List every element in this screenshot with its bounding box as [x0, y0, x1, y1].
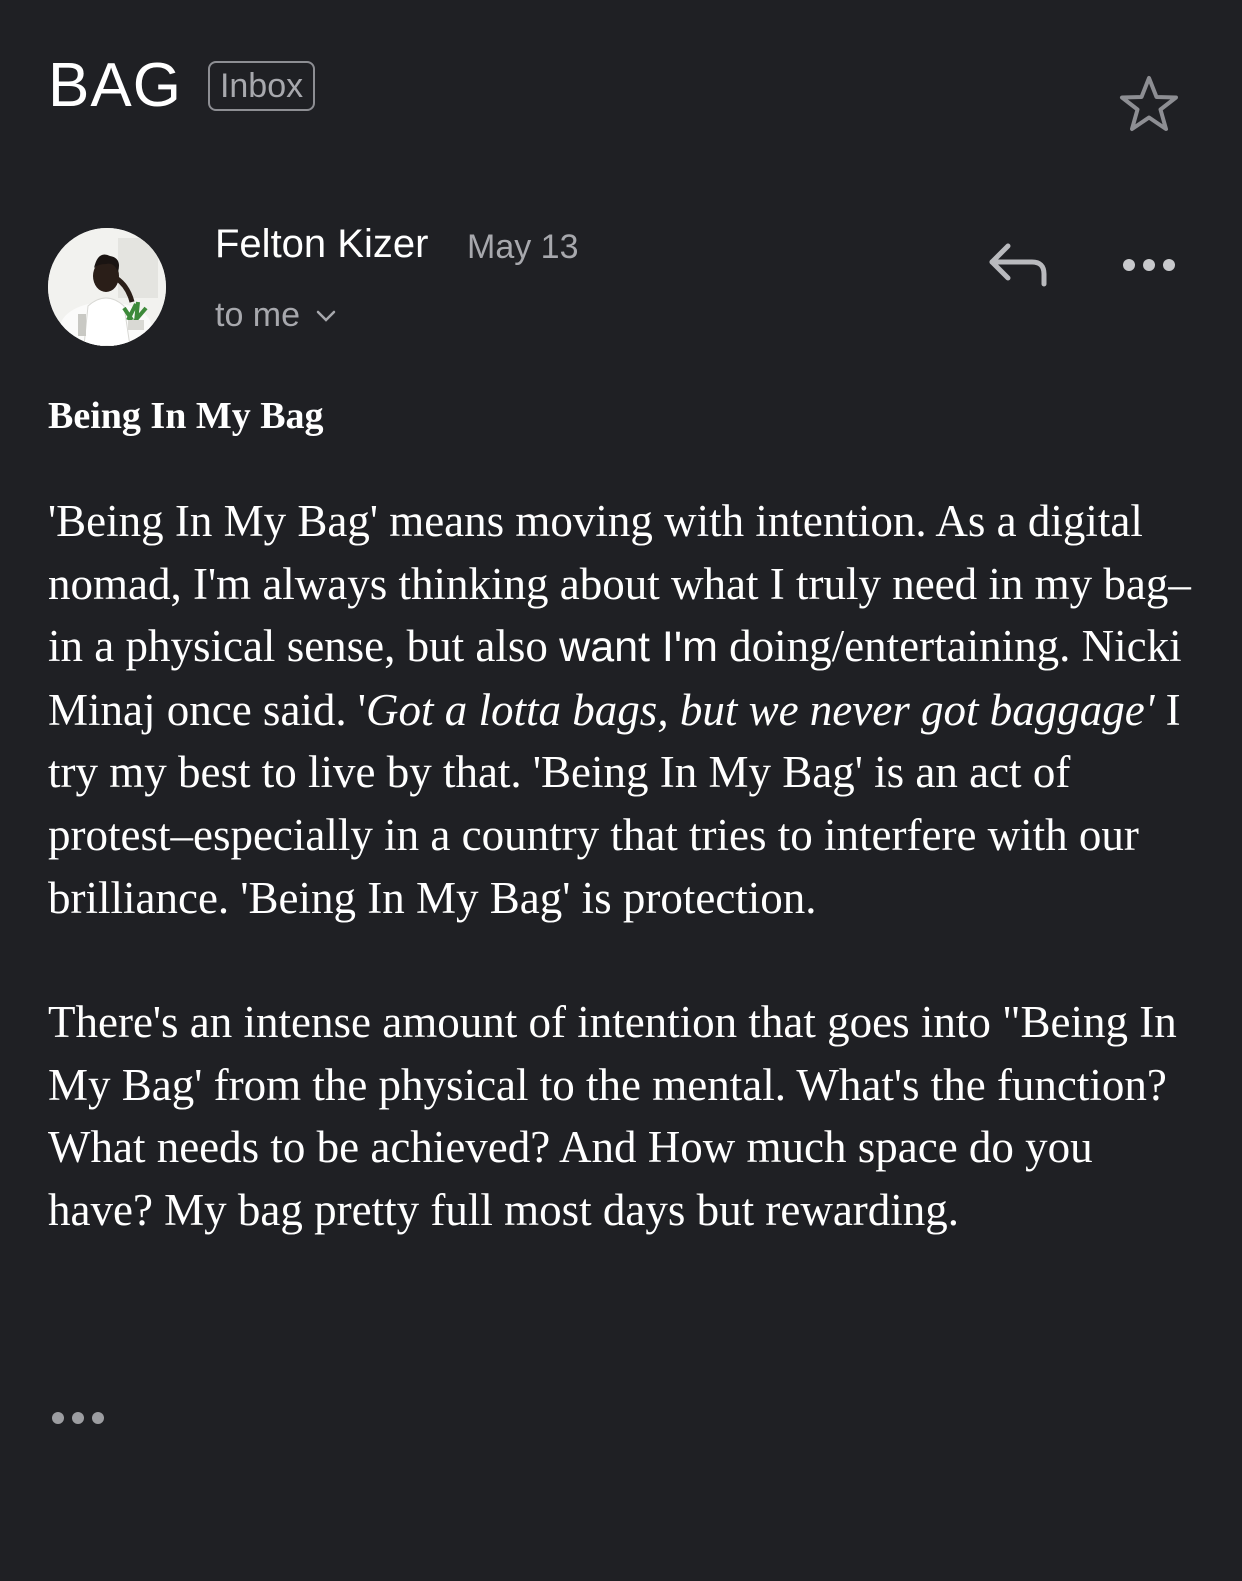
- body-paragraph-2: There's an intense amount of intention t…: [48, 997, 1177, 1235]
- body-paragraph-1: 'Being In My Bag' means moving with inte…: [48, 490, 1198, 929]
- trimmed-content-icon[interactable]: [48, 1404, 108, 1432]
- email-subject: BAG: [48, 51, 182, 120]
- recipient-toggle[interactable]: to me: [215, 296, 336, 335]
- star-icon[interactable]: [1116, 72, 1182, 138]
- sender-name[interactable]: Felton Kizer: [215, 222, 428, 267]
- inbox-label-chip[interactable]: Inbox: [207, 60, 316, 111]
- nicki-minaj-quote: Got a lotta bags, but we never got bagga…: [366, 684, 1155, 735]
- subject-row: BAG Inbox: [48, 50, 316, 121]
- paragraph-1-sans-fragment: want I'm: [559, 623, 718, 672]
- avatar-photo: [48, 228, 166, 346]
- email-body: 'Being In My Bag' means moving with inte…: [48, 490, 1198, 1304]
- email-date: May 13: [467, 228, 579, 266]
- email-heading: Being In My Bag: [48, 395, 324, 437]
- sender-avatar[interactable]: [48, 228, 166, 346]
- reply-icon[interactable]: [986, 236, 1052, 292]
- chevron-down-icon: [316, 310, 336, 322]
- recipient-label: to me: [215, 296, 301, 334]
- more-options-icon[interactable]: [1120, 250, 1178, 280]
